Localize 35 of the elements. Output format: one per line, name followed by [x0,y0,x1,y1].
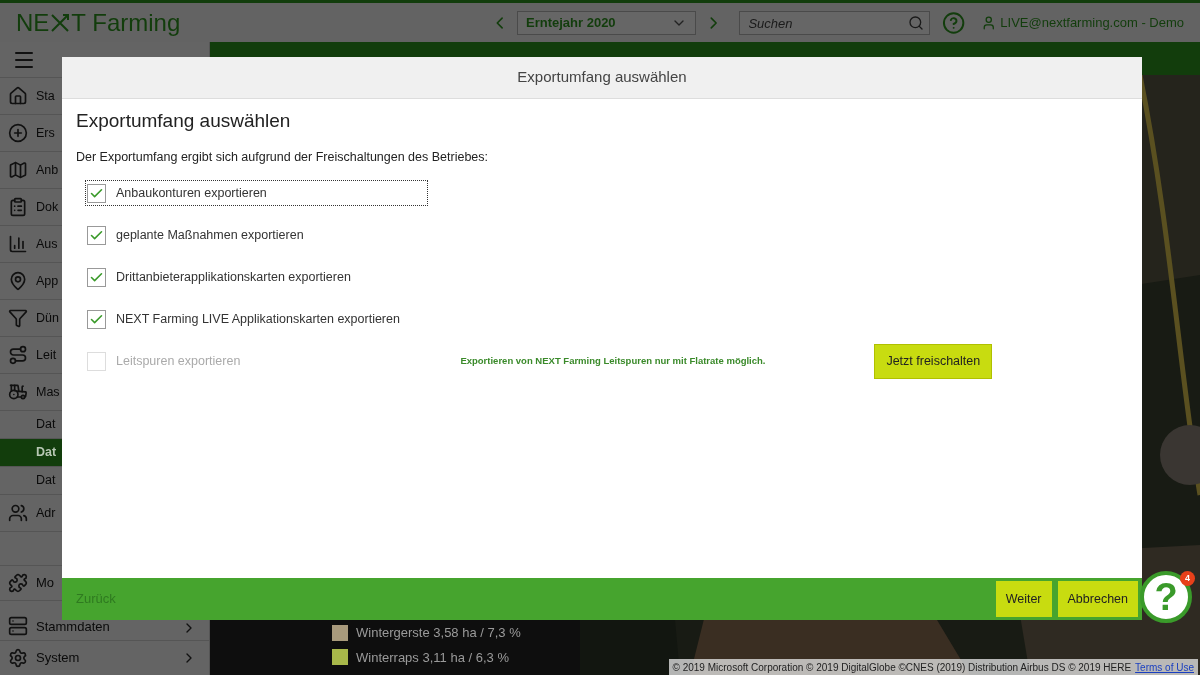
intro-text: Der Exportumfang ergibt sich aufgrund der Freischaltungen des Betriebes: [76,148,490,166]
legend-label: Wintergerste 3,58 ha / 7,3 % [356,624,521,642]
checkbox[interactable] [87,183,106,203]
search-field[interactable]: Suchen [739,11,930,35]
funnel-icon [8,308,28,328]
puzzle-icon [8,573,28,593]
checkbox[interactable] [87,267,106,287]
footer-button[interactable]: Abbrechen [1057,581,1138,617]
export-option[interactable]: NEXT Farming LIVE Applikationskarten exportieren [86,307,408,332]
server-icon [8,616,28,636]
tractor-icon [8,382,28,402]
plus-circle-icon [8,123,28,143]
export-option[interactable]: Anbaukonturen exportieren [86,181,427,206]
house-icon [8,86,28,106]
flatrate-notice: Exportieren von NEXT Farming Leitspuren nur mit Flatrate möglich. [460,354,767,369]
dialog-heading: Exportumfang auswählen [76,109,292,133]
export-option[interactable]: geplante Maßnahmen exportieren [86,223,312,248]
road-icon [8,345,28,365]
map-icon [8,160,28,180]
checkbox[interactable] [87,225,106,245]
legend-label: Winterraps 3,11 ha / 6,3 % [356,648,509,667]
gear-icon [8,648,28,668]
dialog-title: Exportumfang auswählen [517,67,687,88]
map-pin-icon [8,271,28,291]
search-icon[interactable] [907,14,924,31]
export-option: Leitspuren exportieren [86,349,249,374]
terms-link[interactable]: Terms of Use [1135,659,1194,675]
attribution-text: © 2019 Microsoft Corporation © 2019 DigitalGlobe ©CNES (2019) Distribution Airbus DS © 2019 HERE [672,660,1132,675]
export-option[interactable]: Drittanbieterapplikationskarten exportieren [86,265,359,290]
footer-button[interactable]: Weiter [995,581,1052,617]
bar-chart-icon [8,234,28,254]
checkbox[interactable] [87,309,106,329]
help-icon[interactable] [941,10,965,35]
sidebar-item[interactable]: System [0,640,209,675]
clipboard-icon [8,197,28,217]
